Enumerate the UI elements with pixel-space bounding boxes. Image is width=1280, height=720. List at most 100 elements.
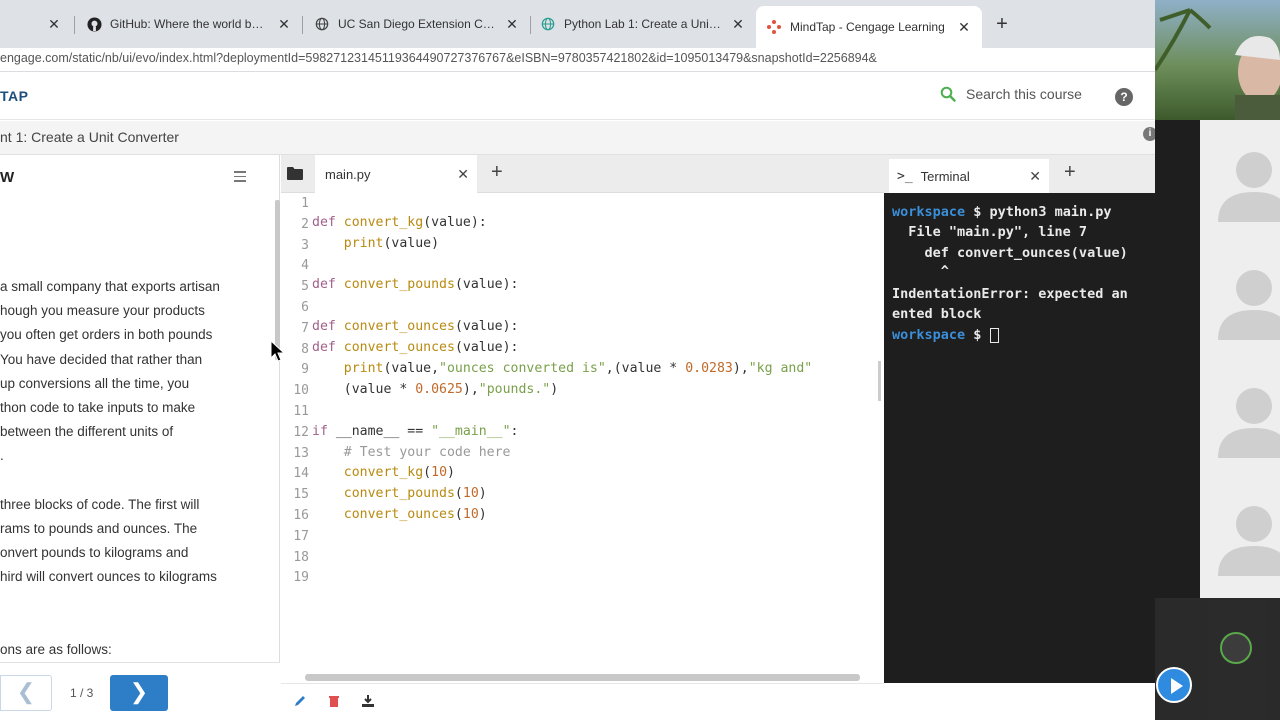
code-line[interactable]: def convert_ounces(value): [312, 340, 518, 355]
line-number: 9 [301, 362, 309, 378]
download-icon[interactable] [361, 694, 375, 713]
close-icon[interactable]: ✕ [1029, 168, 1041, 185]
address-bar[interactable]: engage.com/static/nb/ui/evo/index.html?d… [0, 48, 1155, 72]
close-icon[interactable]: ✕ [730, 16, 746, 33]
previous-page-button[interactable]: ❮ [0, 675, 52, 711]
terminal-line: IndentationError: expected an [892, 286, 1128, 302]
code-line[interactable]: def convert_ounces(value): [312, 319, 518, 334]
close-icon[interactable]: ✕ [504, 16, 520, 33]
close-icon[interactable]: ✕ [457, 166, 469, 183]
editor-toolbar [281, 683, 884, 720]
code-line[interactable]: convert_pounds(10) [312, 486, 487, 501]
add-terminal-button[interactable]: + [1064, 161, 1076, 184]
course-search[interactable]: Search this course [940, 86, 1082, 102]
pencil-icon[interactable] [293, 694, 307, 713]
code-line[interactable]: convert_kg(10) [312, 465, 455, 480]
webcam-image [1155, 8, 1280, 120]
instruction-line: You have decided that rather than [0, 351, 203, 367]
folder-icon[interactable] [287, 166, 303, 185]
browser-tab-canvas[interactable]: UC San Diego Extension Canvas ✕ [304, 8, 530, 40]
browser-tab-github[interactable]: GitHub: Where the world builds s ✕ [76, 8, 302, 40]
tab-label: Terminal [920, 168, 970, 184]
code-line[interactable]: (value * 0.0625),"pounds.") [312, 382, 558, 397]
app-header: TAP Search this course ? [0, 74, 1155, 120]
code-line[interactable]: if __name__ == "__main__": [312, 424, 518, 439]
code-line[interactable]: convert_ounces(10) [312, 507, 487, 522]
new-tab-button[interactable]: + [990, 12, 1014, 36]
code-line[interactable]: print(value) [312, 236, 439, 251]
search-placeholder[interactable]: Search this course [966, 86, 1082, 102]
trash-icon[interactable] [327, 694, 341, 713]
participant-avatar-icon[interactable] [1214, 496, 1280, 576]
scrollbar[interactable] [275, 200, 280, 360]
line-number: 5 [301, 279, 309, 295]
participant-avatar-icon[interactable] [1214, 378, 1280, 458]
code-line[interactable]: # Test your code here [312, 445, 511, 460]
participant-avatar-icon[interactable] [1214, 142, 1280, 222]
browser-tab-python-lab[interactable]: Python Lab 1: Create a Unit Conv ✕ [530, 8, 756, 40]
terminal-command-line: workspace $ python3 main.py [892, 204, 1112, 220]
terminal-line: def convert_ounces(value) [892, 245, 1128, 261]
terminal-line: File "main.py", line 7 [892, 224, 1088, 240]
close-icon[interactable]: ✕ [956, 19, 972, 36]
browser-tab-strip: ✕ GitHub: Where the world builds s ✕ UC … [0, 0, 1155, 48]
instruction-line: between the different units of [0, 424, 174, 440]
instruction-line: . [0, 448, 4, 464]
instruction-line: ons are as follows: [0, 641, 112, 657]
browser-tab-mindtap[interactable]: MindTap - Cengage Learning ✕ [756, 6, 982, 48]
horizontal-scrollbar[interactable] [305, 674, 860, 681]
instructions-text: a small company that exports artisan houg… [0, 275, 270, 662]
help-button[interactable]: ? [1115, 88, 1133, 106]
tab-terminal[interactable]: >_ Terminal ✕ [889, 159, 1049, 193]
tab-title: Python Lab 1: Create a Unit Conv [564, 17, 724, 31]
participants-panel [1200, 120, 1280, 598]
participant-avatar-icon[interactable] [1214, 260, 1280, 340]
activity-title: nt 1: Create a Unit Converter [0, 129, 179, 145]
add-tab-button[interactable]: + [491, 161, 503, 184]
tab-main-py[interactable]: main.py ✕ [315, 155, 477, 193]
instruction-line [0, 469, 270, 493]
code-line[interactable]: print(value,"ounces converted is",(value… [312, 361, 812, 376]
instruction-line: three blocks of code. The first will [0, 496, 200, 512]
code-line[interactable]: def convert_kg(value): [312, 215, 487, 230]
url-text[interactable]: engage.com/static/nb/ui/evo/index.html?d… [0, 51, 877, 65]
globe-icon [540, 16, 556, 32]
line-number: 15 [293, 487, 309, 503]
line-number: 1 [301, 196, 309, 211]
instructions-heading: W [0, 169, 15, 186]
line-number: 14 [293, 466, 309, 482]
line-number: 2 [301, 216, 309, 232]
tab-title: UC San Diego Extension Canvas [338, 17, 498, 31]
menu-icon[interactable] [234, 171, 246, 185]
video-gap [1155, 120, 1200, 598]
line-number: 7 [301, 320, 309, 336]
editor-tab-bar: main.py ✕ + [281, 155, 884, 193]
browser-tab-partial[interactable]: ✕ [0, 8, 72, 40]
terminal-cursor[interactable] [989, 327, 999, 343]
next-page-button[interactable]: ❯ [110, 675, 168, 711]
tab-title: MindTap - Cengage Learning [790, 20, 945, 34]
tab-title: GitHub: Where the world builds s [110, 17, 270, 31]
line-number: 10 [293, 383, 309, 399]
close-icon[interactable]: ✕ [46, 16, 62, 33]
instruction-line: up conversions all the time, you [0, 375, 190, 391]
terminal-icon: >_ [897, 168, 913, 184]
code-editor[interactable]: 1 2 3 4 5 6 7 8 9 10 11 12 13 14 15 16 17 18 19 def conver… [281, 193, 884, 683]
terminal-tab-bar: >_ Terminal ✕ + [884, 155, 1155, 193]
instruction-line [0, 614, 270, 638]
tab-separator [74, 16, 75, 34]
pager: ❮ 1 / 3 ❯ [0, 662, 280, 720]
terminal-output[interactable]: workspace $ python3 main.py File "main.p… [884, 193, 1155, 683]
search-icon [940, 86, 956, 102]
instruction-line: thon code to take inputs to make [0, 399, 196, 415]
brand-logo[interactable]: TAP [0, 88, 28, 104]
play-icon[interactable] [1156, 667, 1192, 703]
instruction-line [0, 589, 270, 613]
close-icon[interactable]: ✕ [276, 16, 292, 33]
mindtap-icon [766, 19, 782, 35]
code-line[interactable]: def convert_pounds(value): [312, 277, 518, 292]
instruction-line: hough you measure your products [0, 303, 205, 319]
microphone-icon[interactable] [1220, 632, 1252, 664]
terminal-line: ^ [892, 263, 949, 279]
pane-resize-handle[interactable] [878, 361, 881, 401]
